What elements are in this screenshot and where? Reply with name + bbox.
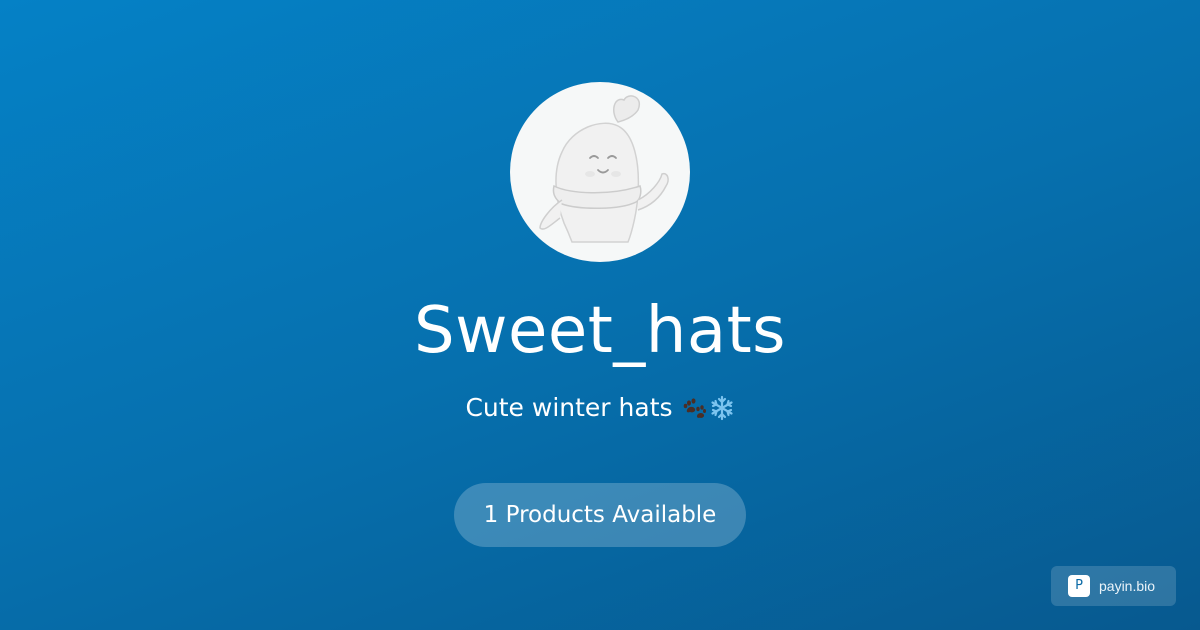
snowflake-icon bbox=[710, 395, 733, 421]
profile-name: Sweet_hats bbox=[413, 294, 787, 368]
payin-brand-badge[interactable]: P payin.bio bbox=[1051, 566, 1176, 606]
profile-bio: Cute winter hats bbox=[0, 391, 1200, 425]
products-available-label: 1 Products Available bbox=[483, 502, 717, 528]
paw-prints-icon bbox=[683, 398, 706, 418]
brand-name: payin.bio bbox=[1099, 578, 1156, 594]
products-available-button[interactable]: 1 Products Available bbox=[454, 483, 746, 547]
avatar bbox=[510, 82, 690, 262]
profile-bio-text: Cute winter hats bbox=[465, 393, 673, 422]
bio-emojis bbox=[681, 395, 735, 421]
payin-logo-icon: P bbox=[1068, 575, 1090, 597]
ghost-mascot-icon bbox=[539, 95, 669, 243]
